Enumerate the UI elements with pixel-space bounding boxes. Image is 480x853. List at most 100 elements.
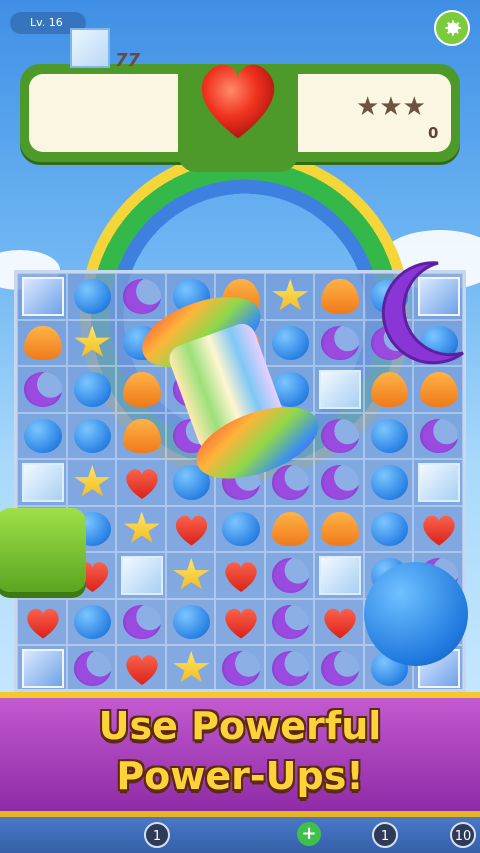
glass-goal-count: 77: [115, 50, 141, 71]
blue-circle-piece: [73, 604, 111, 639]
blue-circle-piece: [370, 511, 408, 546]
board-cell[interactable]: [116, 505, 166, 552]
board-cell[interactable]: [314, 645, 364, 689]
blue-circle-piece: [222, 511, 260, 546]
booster-count[interactable]: 1: [372, 822, 398, 848]
red-heart-piece: [222, 558, 260, 593]
board-cell[interactable]: [264, 505, 314, 552]
board-cell[interactable]: [165, 598, 215, 645]
purple-moon-piece: [420, 418, 458, 453]
board-cell[interactable]: [215, 598, 265, 645]
board-cell[interactable]: [17, 366, 67, 413]
score-value: 0: [428, 124, 439, 142]
booster-count[interactable]: 10: [450, 822, 476, 848]
yellow-star-piece: [173, 558, 210, 590]
blue-circle-piece: [24, 418, 62, 453]
green-square-icon: [0, 508, 86, 592]
purple-moon-piece: [222, 651, 260, 686]
board-cell[interactable]: [413, 459, 463, 506]
red-heart-piece: [321, 605, 359, 640]
board-cell[interactable]: [17, 273, 67, 320]
board-cell[interactable]: [314, 552, 364, 599]
board-cell[interactable]: [264, 552, 314, 599]
blue-circle-piece: [370, 465, 408, 500]
glass-tnt-piece: [22, 277, 64, 316]
board-cell[interactable]: [116, 598, 166, 645]
red-heart-piece: [420, 512, 458, 547]
glass-piece: [121, 556, 163, 595]
blue-circle-piece: [73, 279, 111, 314]
glass-tile-icon: [70, 28, 110, 68]
orange-teardrop-piece: [321, 511, 359, 546]
glass-piece: [319, 556, 361, 595]
purple-moon-piece: [123, 604, 161, 639]
orange-teardrop-piece: [271, 511, 309, 546]
blue-circle-piece: [73, 418, 111, 453]
board-cell[interactable]: [314, 505, 364, 552]
board-cell[interactable]: [66, 412, 116, 459]
board-cell[interactable]: [165, 552, 215, 599]
purple-moon-piece: [271, 558, 309, 593]
red-heart-piece: [123, 651, 161, 686]
red-heart-piece: [173, 512, 211, 547]
board-cell[interactable]: [314, 598, 364, 645]
orange-teardrop-piece: [420, 372, 458, 407]
promo-banner: Use Powerful Power-Ups!: [0, 692, 480, 817]
settings-button[interactable]: [434, 10, 470, 46]
board-cell[interactable]: [17, 645, 67, 689]
red-heart-piece: [24, 605, 62, 640]
board-cell[interactable]: [363, 366, 413, 413]
purple-moon-piece: [73, 651, 111, 686]
board-cell[interactable]: [363, 412, 413, 459]
board-cell[interactable]: [215, 552, 265, 599]
glass-tnt-piece: [22, 649, 64, 688]
blue-circle-icon: [364, 562, 468, 666]
board-cell[interactable]: [17, 319, 67, 366]
board-cell[interactable]: [165, 505, 215, 552]
blue-circle-piece: [172, 604, 210, 639]
blue-circle-piece: [370, 418, 408, 453]
purple-moon-piece: [321, 651, 359, 686]
board-cell[interactable]: [66, 459, 116, 506]
red-heart-piece: [222, 605, 260, 640]
glass-piece: [22, 463, 64, 502]
board-cell[interactable]: [363, 459, 413, 506]
board-cell[interactable]: [413, 412, 463, 459]
star-rating: ★★★: [356, 92, 426, 122]
board-cell[interactable]: [363, 505, 413, 552]
board-cell[interactable]: [17, 598, 67, 645]
board-cell[interactable]: [264, 645, 314, 689]
board-cell[interactable]: [264, 598, 314, 645]
board-cell[interactable]: [215, 505, 265, 552]
booster-count[interactable]: 1: [144, 822, 170, 848]
purple-moon-piece: [271, 604, 309, 639]
board-cell[interactable]: [66, 598, 116, 645]
board-cell[interactable]: [66, 645, 116, 689]
red-heart-icon: [201, 64, 275, 139]
board-cell[interactable]: [165, 645, 215, 689]
purple-moon-icon: [381, 261, 464, 365]
orange-teardrop-piece: [24, 325, 62, 360]
board-cell[interactable]: [17, 412, 67, 459]
blue-circle-piece: [73, 372, 111, 407]
purple-moon-piece: [271, 651, 309, 686]
board-cell[interactable]: [66, 273, 116, 320]
banner-line-2: Power-Ups!: [116, 754, 364, 798]
board-cell[interactable]: [17, 459, 67, 506]
yellow-star-piece: [173, 651, 210, 683]
board-cell[interactable]: [413, 505, 463, 552]
gear-icon: [445, 20, 461, 36]
glass-piece: [418, 463, 460, 502]
booster-bar: [0, 817, 480, 853]
board-cell[interactable]: [66, 366, 116, 413]
board-cell[interactable]: [116, 645, 166, 689]
banner-line-1: Use Powerful: [98, 704, 382, 748]
yellow-star-piece: [74, 465, 111, 497]
board-cell[interactable]: [66, 319, 116, 366]
add-booster-button[interactable]: +: [297, 822, 321, 846]
board-cell[interactable]: [413, 366, 463, 413]
purple-moon-piece: [24, 372, 62, 407]
board-cell[interactable]: [215, 645, 265, 689]
board-cell[interactable]: [116, 552, 166, 599]
yellow-star-piece: [74, 325, 111, 357]
